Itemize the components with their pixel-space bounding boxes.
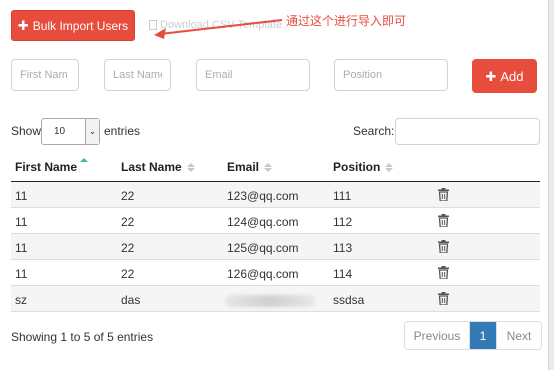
table-row: sz das ssdsa xyxy=(11,286,540,312)
chevron-down-icon[interactable]: ⌄ xyxy=(85,119,99,144)
cell-email: 125@qq.com xyxy=(227,241,299,255)
cell-first-name: 11 xyxy=(15,189,28,203)
entries-select-value: 10 xyxy=(54,126,66,137)
trash-icon[interactable] xyxy=(438,266,449,279)
first-name-input[interactable] xyxy=(11,59,79,91)
redacted-email xyxy=(225,295,315,307)
annotation-text: 通过这个进行导入即可 xyxy=(286,14,407,28)
page-1-button[interactable]: 1 xyxy=(470,322,496,349)
column-header-label: First Name xyxy=(15,160,78,174)
trash-icon[interactable] xyxy=(438,292,449,305)
column-header-first-name[interactable]: First Name xyxy=(15,158,90,174)
show-label: Show xyxy=(11,124,42,138)
cell-first-name: 11 xyxy=(15,267,28,281)
last-name-input[interactable] xyxy=(104,59,171,91)
column-header-last-name[interactable]: Last Name xyxy=(121,160,195,174)
search-label: Search: xyxy=(353,124,395,138)
trash-icon[interactable] xyxy=(438,188,449,201)
search-input[interactable] xyxy=(395,118,540,145)
pagination: Previous 1 Next xyxy=(404,321,542,350)
previous-page-button[interactable]: Previous xyxy=(405,322,470,349)
cell-position: 113 xyxy=(333,241,353,255)
column-header-email[interactable]: Email xyxy=(227,160,273,174)
bulk-import-label: Bulk Import Users xyxy=(32,18,129,33)
bulk-import-users-button[interactable]: ✚ Bulk Import Users xyxy=(11,10,135,41)
trash-icon[interactable] xyxy=(438,214,449,227)
column-header-position[interactable]: Position xyxy=(333,160,394,174)
add-label: Add xyxy=(500,68,524,84)
cell-position: 111 xyxy=(333,189,352,203)
position-input[interactable] xyxy=(334,59,448,91)
add-button[interactable]: ✚ Add xyxy=(472,59,537,93)
cell-position: 114 xyxy=(333,267,353,281)
table-row: 11 22 123@qq.com 111 xyxy=(11,182,540,208)
email-input[interactable] xyxy=(196,59,310,91)
cell-last-name: 22 xyxy=(121,215,135,229)
cell-last-name: 22 xyxy=(121,267,135,281)
window-edge xyxy=(548,0,554,370)
cell-email: 124@qq.com xyxy=(227,215,299,229)
table-info: Showing 1 to 5 of 5 entries xyxy=(11,330,154,344)
annotation-arrow-icon xyxy=(154,19,283,39)
column-header-label: Position xyxy=(333,160,381,174)
cell-first-name: sz xyxy=(15,293,27,307)
sort-icon xyxy=(385,162,394,172)
entries-select[interactable]: 10 ⌄ xyxy=(41,118,100,145)
cell-first-name: 11 xyxy=(15,215,28,229)
cell-position: 112 xyxy=(333,215,353,229)
cell-email: 123@qq.com xyxy=(227,189,299,203)
sort-icon xyxy=(186,162,195,172)
sort-icon xyxy=(264,162,273,172)
column-header-label: Email xyxy=(227,160,260,174)
plus-icon: ✚ xyxy=(485,68,497,84)
sort-asc-icon xyxy=(80,158,89,162)
cell-first-name: 11 xyxy=(15,241,28,255)
column-header-label: Last Name xyxy=(121,160,182,174)
cell-last-name: 22 xyxy=(121,189,135,203)
table-row: 11 22 124@qq.com 112 xyxy=(11,208,540,234)
table-row: 11 22 126@qq.com 114 xyxy=(11,260,540,286)
entries-label: entries xyxy=(104,124,141,138)
plus-icon: ✚ xyxy=(17,18,29,33)
cell-last-name: 22 xyxy=(121,241,135,255)
cell-position: ssdsa xyxy=(333,293,365,307)
table-row: 11 22 125@qq.com 113 xyxy=(11,234,540,260)
cell-email: 126@qq.com xyxy=(227,267,299,281)
trash-icon[interactable] xyxy=(438,240,449,253)
next-page-button[interactable]: Next xyxy=(496,322,541,349)
cell-last-name: das xyxy=(121,293,141,307)
